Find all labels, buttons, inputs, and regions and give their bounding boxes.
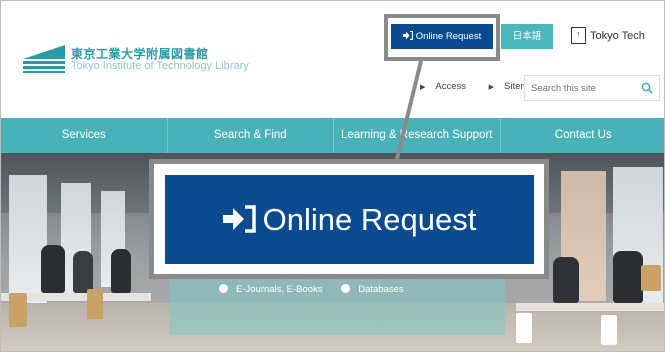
hero-chair [9, 293, 27, 327]
search-icon[interactable] [641, 82, 653, 94]
browser-frame: 東京工業大学附属図書館 Tokyo Institute of Technolog… [0, 0, 665, 352]
site-search [524, 75, 660, 101]
online-request-button[interactable]: Online Request [391, 24, 493, 49]
library-logo[interactable]: 東京工業大学附属図書館 Tokyo Institute of Technolog… [23, 45, 263, 75]
sign-in-icon [222, 205, 256, 233]
nav-item-services[interactable]: Services [1, 118, 168, 153]
online-request-label-zoomed: Online Request [262, 202, 477, 237]
search-input[interactable] [525, 76, 633, 100]
circle-arrow-icon [219, 283, 228, 293]
circle-arrow-icon [341, 283, 351, 293]
hero-person [41, 245, 65, 293]
logo-english-name: Tokyo Institute of Technology Library [71, 60, 249, 72]
site-header: 東京工業大学附属図書館 Tokyo Institute of Technolog… [1, 1, 664, 118]
ejournals-link[interactable]: E-Journals, E-Books [219, 283, 331, 295]
hero-quicklinks-panel [169, 271, 505, 335]
zoomed-callout: Online Request [149, 159, 549, 279]
tokyo-tech-link[interactable]: ↑ Tokyo Tech [571, 25, 645, 47]
hero-chair [516, 313, 532, 343]
access-link[interactable]: ▶ Access [420, 81, 476, 92]
hero-chair [87, 289, 103, 319]
sign-in-icon [402, 30, 413, 41]
main-nav: Services Search & Find Learning & Resear… [1, 118, 665, 153]
library-logo-mark-icon [23, 45, 65, 73]
hero-chair [601, 315, 617, 345]
hero-table [516, 303, 664, 311]
hero-quicklinks: E-Journals, E-Books Databases [219, 283, 420, 295]
tokyo-tech-logo-icon: ↑ [571, 26, 586, 44]
nav-item-search-find[interactable]: Search & Find [168, 118, 334, 153]
hero-person [73, 251, 93, 293]
online-request-button-zoomed[interactable]: Online Request [165, 175, 534, 264]
nav-item-learning-research[interactable]: Learning & Research Support [334, 118, 501, 153]
tokyo-tech-label: Tokyo Tech [590, 30, 645, 42]
hero-person [613, 251, 643, 303]
triangle-right-icon: ▶ [488, 84, 495, 91]
online-request-label: Online Request [415, 31, 482, 42]
hero-chair [641, 265, 661, 291]
language-japanese-button[interactable]: 日本語 [501, 24, 553, 49]
hero-person [553, 257, 579, 303]
databases-link[interactable]: Databases [341, 283, 411, 295]
hero-person [111, 249, 131, 293]
nav-item-contact-us[interactable]: Contact Us [501, 118, 665, 153]
triangle-right-icon: ▶ [420, 84, 426, 91]
